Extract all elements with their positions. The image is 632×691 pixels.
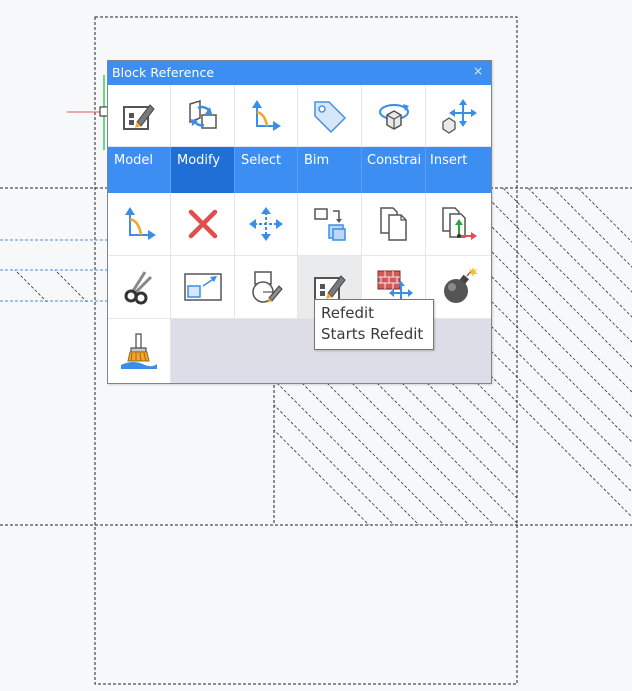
tooltip-description: Starts Refedit — [321, 325, 424, 343]
scale-button[interactable] — [171, 256, 235, 319]
block-reference-panel: Block Reference × Model Modify Select Bi… — [107, 60, 492, 384]
refedit-tooltip: Refedit Starts Refedit — [314, 299, 434, 350]
bomb-icon — [443, 267, 478, 303]
delete-x-icon — [188, 209, 217, 239]
category-insert[interactable]: Insert — [426, 147, 491, 193]
insert-button[interactable] — [426, 85, 491, 147]
copy-button[interactable] — [298, 193, 362, 256]
select-corner-icon — [252, 99, 281, 131]
category-bim[interactable]: Bim — [298, 147, 362, 193]
paintbrush-button[interactable] — [108, 319, 171, 383]
modify-blocks-icon — [188, 99, 217, 129]
panel-titlebar[interactable]: Block Reference × — [108, 61, 491, 85]
paste-button[interactable] — [426, 193, 491, 256]
paintbrush-icon — [121, 333, 157, 369]
scissors-icon — [124, 271, 153, 305]
scale-icon — [183, 273, 222, 301]
category-bar: Model Modify Select Bim Constrai Insert — [108, 147, 491, 193]
bim-tag-icon — [313, 100, 346, 133]
category-modify[interactable]: Modify — [171, 147, 235, 193]
copy-stack-icon — [313, 208, 346, 241]
insert-move-icon — [441, 98, 477, 134]
hatch-pattern-left — [14, 270, 88, 302]
constraint-orbit-icon — [378, 103, 409, 130]
block-edit-button[interactable] — [108, 85, 171, 147]
bim-button[interactable] — [298, 85, 362, 147]
move-arrows-icon — [249, 207, 283, 241]
move-button[interactable] — [235, 193, 298, 256]
corner-select-icon — [125, 207, 156, 240]
tooltip-title: Refedit — [321, 304, 375, 322]
paste-coordinate-icon — [441, 207, 477, 240]
panel-title: Block Reference — [112, 65, 215, 80]
category-constraints[interactable]: Constrai — [362, 147, 426, 193]
block-edit-icon — [123, 103, 155, 130]
category-model[interactable]: Model — [108, 147, 171, 193]
trim-button[interactable] — [108, 256, 171, 319]
delete-button[interactable] — [171, 193, 235, 256]
modify-blocks-button[interactable] — [171, 85, 235, 147]
copy-pages-button[interactable] — [362, 193, 426, 256]
close-icon[interactable]: × — [473, 64, 483, 78]
category-select[interactable]: Select — [235, 147, 298, 193]
explode-button[interactable] — [235, 256, 298, 319]
explode-bomb-button[interactable] — [426, 256, 491, 319]
select-tool-button[interactable] — [108, 193, 171, 256]
copy-pages-icon — [379, 207, 407, 241]
select-button[interactable] — [235, 85, 298, 147]
explode-circle-icon — [252, 271, 283, 303]
constraints-button[interactable] — [362, 85, 426, 147]
